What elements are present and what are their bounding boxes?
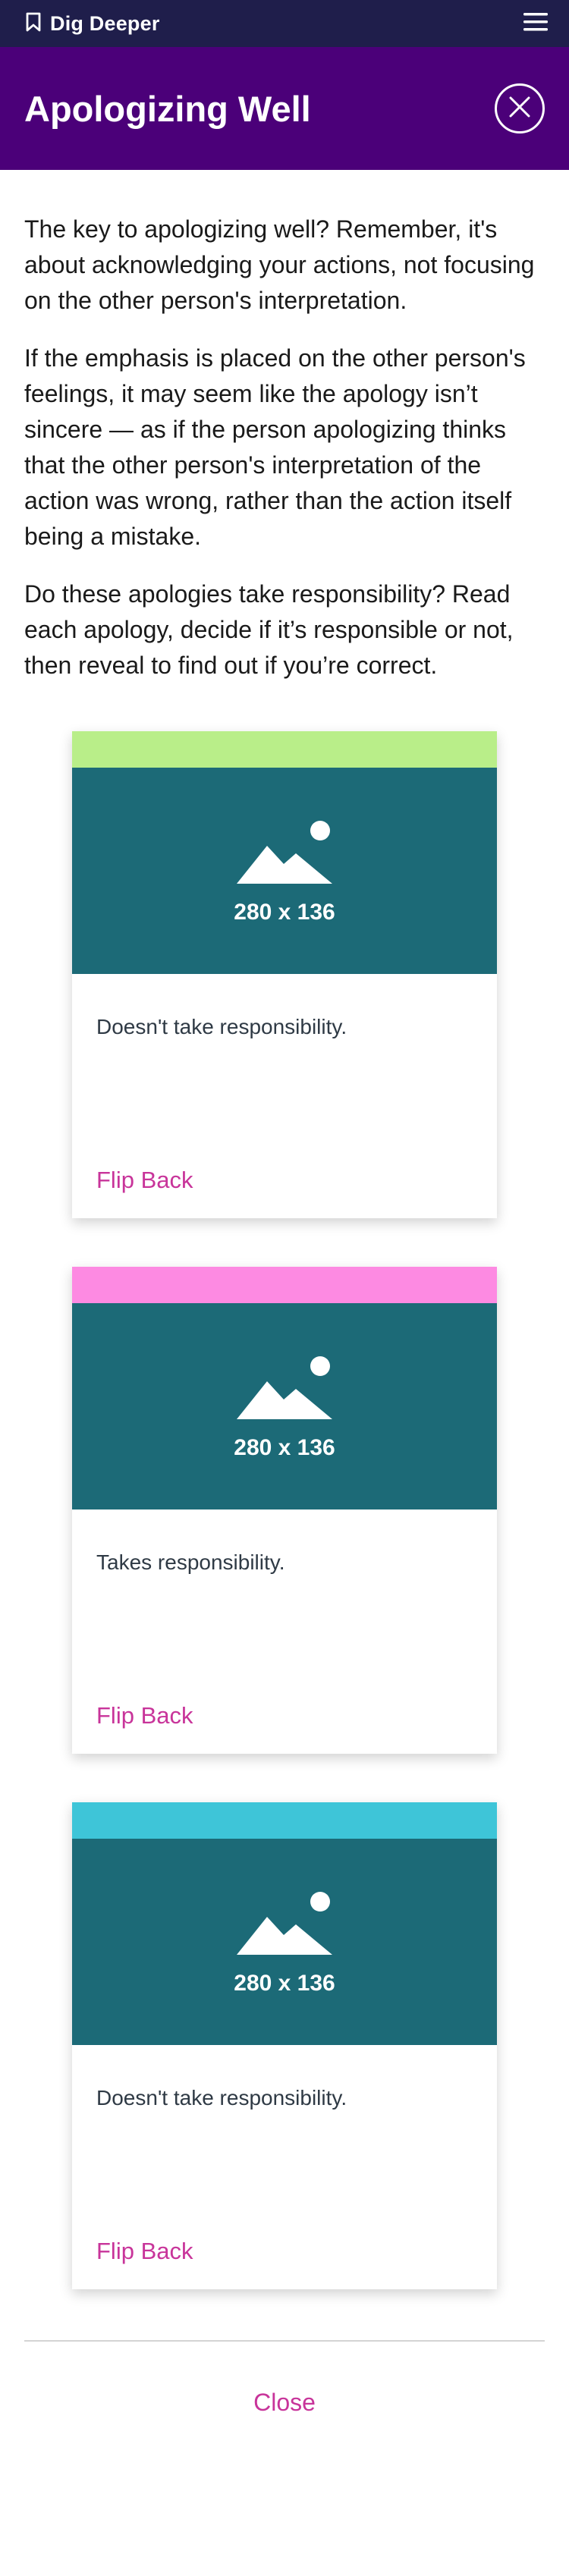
card-answer-text: Doesn't take responsibility.	[96, 2086, 347, 2109]
image-size-label: 280 x 136	[234, 899, 335, 925]
menu-button[interactable]	[523, 12, 548, 36]
image-placeholder-icon	[235, 1888, 334, 1960]
image-size-label: 280 x 136	[234, 1970, 335, 1996]
footer: Close	[0, 2342, 569, 2463]
card-color-stripe	[72, 731, 497, 768]
card-image-placeholder: 280 x 136	[72, 1839, 497, 2045]
close-button[interactable]	[495, 83, 545, 134]
flip-card-list: 280 x 136 Doesn't take responsibility. F…	[24, 731, 545, 2338]
card-image-placeholder: 280 x 136	[72, 1303, 497, 1509]
image-placeholder-icon	[235, 817, 334, 889]
card-color-stripe	[72, 1267, 497, 1303]
card-body: Doesn't take responsibility.	[72, 2045, 497, 2110]
flip-back-button[interactable]: Flip Back	[96, 2238, 193, 2265]
close-link-button[interactable]: Close	[253, 2389, 316, 2417]
card-answer-text: Takes responsibility.	[96, 1550, 285, 1574]
image-size-label: 280 x 136	[234, 1434, 335, 1460]
bookmark-icon	[26, 12, 41, 36]
card-color-stripe	[72, 1802, 497, 1839]
flip-back-button[interactable]: Flip Back	[96, 1702, 193, 1729]
dig-deeper-label: Dig Deeper	[50, 11, 160, 35]
image-placeholder-icon	[235, 1352, 334, 1425]
flip-back-button[interactable]: Flip Back	[96, 1167, 193, 1194]
intro-paragraph: If the emphasis is placed on the other p…	[24, 344, 526, 550]
card-body: Takes responsibility.	[72, 1509, 497, 1575]
page-header: Apologizing Well	[0, 47, 569, 170]
hamburger-menu-icon	[523, 12, 548, 36]
flip-card[interactable]: 280 x 136 Takes responsibility. Flip Bac…	[72, 1267, 497, 1754]
intro-paragraph: The key to apologizing well? Remember, i…	[24, 215, 535, 314]
card-body: Doesn't take responsibility.	[72, 974, 497, 1039]
page-title: Apologizing Well	[24, 88, 311, 129]
card-image-placeholder: 280 x 136	[72, 768, 497, 974]
card-answer-text: Doesn't take responsibility.	[96, 1015, 347, 1038]
intro-paragraph: Do these apologies take responsibility? …	[24, 580, 514, 679]
close-icon	[508, 96, 531, 122]
flip-card[interactable]: 280 x 136 Doesn't take responsibility. F…	[72, 1802, 497, 2289]
dig-deeper-brand: Dig Deeper	[26, 12, 160, 36]
top-bar: Dig Deeper	[0, 0, 569, 47]
flip-card[interactable]: 280 x 136 Doesn't take responsibility. F…	[72, 731, 497, 1218]
main-content: The key to apologizing well? Remember, i…	[0, 170, 569, 2338]
